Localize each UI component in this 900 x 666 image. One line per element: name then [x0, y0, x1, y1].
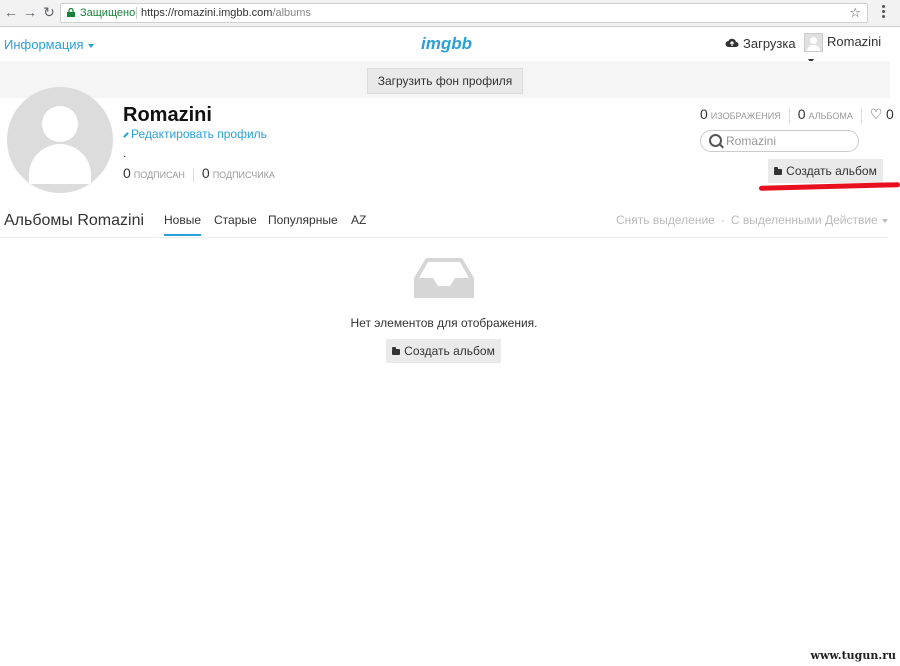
selected-actions-label: С выделенными Действие: [730, 213, 878, 227]
tabs-divider: [0, 237, 888, 238]
address-bar[interactable]: Защищено https://romazini.imgbb.com/albu…: [60, 3, 868, 23]
stat-divider: [860, 108, 862, 123]
avatar-head: [42, 106, 78, 142]
upload-cover-button[interactable]: Загрузить фон профиля: [367, 68, 523, 94]
heart-icon: ♡: [869, 106, 883, 122]
albums-count: 0: [797, 106, 806, 122]
url-path: /albums: [272, 7, 311, 19]
lock-icon: [67, 8, 75, 17]
secure-label: Защищено: [80, 7, 136, 19]
selection-actions: Снять выделение · С выделенными Действие: [616, 213, 888, 227]
chevron-down-icon: [881, 218, 888, 223]
images-label: изображения: [710, 111, 781, 121]
profile-search: [700, 130, 859, 152]
cloud-upload-icon: [725, 38, 739, 47]
tab-old[interactable]: Старые: [214, 213, 257, 227]
profile-bio: .: [123, 146, 127, 160]
separator-dot: ·: [720, 213, 725, 227]
info-menu[interactable]: Информация: [4, 37, 94, 52]
clear-selection-button[interactable]: Снять выделение: [616, 213, 715, 227]
search-icon[interactable]: [709, 134, 722, 147]
bookmark-star-icon[interactable]: ☆: [849, 4, 861, 22]
create-album-button[interactable]: Создать альбом: [768, 159, 883, 183]
avatar: [804, 33, 823, 52]
info-menu-label: Информация: [4, 37, 84, 52]
create-album-empty-label: Создать альбом: [404, 344, 495, 358]
followers-count: 0: [201, 165, 210, 181]
stat-divider: [788, 108, 790, 123]
chevron-down-icon: [87, 43, 94, 48]
forward-arrow-icon[interactable]: →: [22, 4, 38, 20]
tab-new[interactable]: Новые: [164, 213, 202, 236]
images-count: 0: [700, 106, 708, 122]
albums-stat[interactable]: 0 альбома: [797, 106, 853, 122]
folder-icon: [774, 167, 783, 175]
edit-profile-link[interactable]: Редактировать профиль: [123, 127, 267, 141]
follow-stats: 0 подписан 0 подписчика: [123, 165, 275, 182]
likes-count: 0: [886, 106, 894, 122]
url-host: https://romazini.imgbb.com: [141, 7, 273, 19]
followers-stat[interactable]: 0 подписчика: [201, 165, 275, 181]
upload-label: Загрузка: [743, 36, 796, 51]
profile-name: Romazini: [123, 104, 212, 126]
browser-toolbar: ← → ↻ Защищено https://romazini.imgbb.co…: [0, 0, 900, 27]
browser-menu-icon[interactable]: [882, 4, 886, 20]
omnibox-divider: [136, 7, 137, 19]
selected-actions-menu[interactable]: С выделенными Действие: [731, 213, 888, 227]
following-count: 0: [123, 165, 131, 181]
reload-icon[interactable]: ↻: [41, 4, 57, 20]
upload-button[interactable]: Загрузка: [725, 36, 796, 51]
folder-icon: [392, 347, 401, 355]
watermark: www.tugun.ru: [810, 649, 896, 662]
followers-label: подписчика: [212, 170, 275, 180]
create-album-empty-button[interactable]: Создать альбом: [386, 339, 501, 363]
tab-az[interactable]: AZ: [351, 213, 366, 227]
following-stat[interactable]: 0 подписан: [123, 165, 185, 181]
create-album-label: Создать альбом: [786, 164, 877, 178]
url-text[interactable]: https://romazini.imgbb.com/albums: [141, 4, 311, 22]
inbox-icon: [414, 258, 474, 298]
back-arrow-icon[interactable]: ←: [3, 4, 19, 20]
images-stat[interactable]: 0 изображения: [700, 106, 781, 122]
likes-stat[interactable]: ♡ 0: [869, 106, 894, 122]
tab-popular[interactable]: Популярные: [268, 213, 338, 227]
empty-message: Нет элементов для отображения.: [350, 316, 538, 330]
search-input[interactable]: [726, 133, 851, 149]
highlight-underline: [758, 182, 900, 191]
profile-avatar: [7, 87, 113, 193]
site-logo[interactable]: imgbb: [421, 34, 472, 54]
username-label: Romazini: [827, 33, 882, 49]
albums-heading: Альбомы Romazini: [4, 212, 145, 229]
following-label: подписан: [133, 170, 185, 180]
site-header: Информация imgbb Загрузка Romazini: [0, 27, 890, 63]
stat-divider: [192, 167, 194, 182]
avatar-body: [29, 144, 91, 184]
edit-profile-label: Редактировать профиль: [131, 127, 267, 141]
profile-counters: 0 изображения 0 альбома ♡ 0: [700, 106, 894, 123]
albums-label: альбома: [808, 111, 853, 121]
pencil-icon: [123, 131, 129, 138]
